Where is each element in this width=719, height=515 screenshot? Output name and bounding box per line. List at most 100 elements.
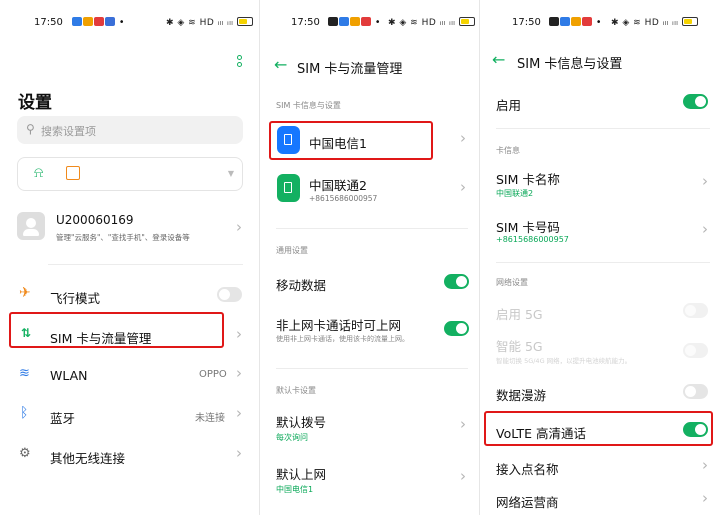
- back-arrow-icon[interactable]: ←: [274, 55, 287, 74]
- app-notify-icon: [327, 17, 338, 26]
- apn-label: 接入点名称: [496, 462, 559, 477]
- search-icon: ⚲: [26, 122, 35, 136]
- sim-number-value: +8615686000957: [496, 235, 569, 244]
- nondefault-data-row[interactable]: 非上网卡通话时可上网 使用非上网卡通话，使用该卡的流量上网。: [260, 312, 478, 348]
- status-icons: ✱ ◈ ≋ HD ᵢₗₗ ᵢₗₗ: [611, 17, 698, 28]
- battery-icon: [681, 17, 698, 26]
- chevron-right-icon: ›: [236, 325, 242, 343]
- chevron-right-icon: ›: [460, 129, 466, 147]
- mobile-data-label: 移动数据: [276, 278, 327, 293]
- settings-item-bluetooth[interactable]: ᛒ 蓝牙 未连接 ›: [0, 400, 257, 430]
- highlight-box: [269, 121, 433, 160]
- nondefault-toggle[interactable]: [444, 321, 469, 336]
- sim-management-screen: 17:50 • ✱ ◈ ≋ HD ᵢₗₗ ᵢₗₗ ← SIM 卡与流量管理 SI…: [259, 0, 478, 515]
- chevron-right-icon: ›: [236, 444, 242, 462]
- sim2-name: 中国联通2: [309, 178, 367, 193]
- back-arrow-icon[interactable]: ←: [492, 50, 505, 69]
- chevron-right-icon: ›: [460, 415, 466, 433]
- nondefault-label: 非上网卡通话时可上网: [276, 318, 402, 333]
- enable-5g-row: 启用 5G: [480, 298, 719, 324]
- settings-item-other-wireless[interactable]: ⚙ 其他无线连接 ›: [0, 440, 257, 470]
- app-notify-icon: [93, 17, 104, 26]
- settings-screen: 17:50 • ✱ ◈ ≋ HD ᵢₗₗ ᵢₗₗ 设置 ⚲ 搜索设置项 ⍾ ▼ …: [0, 0, 257, 515]
- image-icon[interactable]: [66, 166, 80, 180]
- settings-item-label: 飞行模式: [50, 291, 101, 306]
- status-bar: 17:50 •: [291, 17, 381, 28]
- divider: [48, 264, 243, 265]
- default-call-row[interactable]: 默认拨号 每次询问 ›: [260, 408, 478, 444]
- quick-tools-card[interactable]: ⍾ ▼: [17, 157, 243, 191]
- operator-label: 网络运营商: [496, 495, 559, 510]
- default-call-label: 默认拨号: [276, 415, 327, 430]
- more-menu-icon[interactable]: [237, 55, 242, 67]
- highlight-box: [484, 411, 713, 446]
- chevron-down-icon[interactable]: ▼: [228, 169, 234, 178]
- enable-toggle[interactable]: [683, 94, 708, 109]
- app-notify-icon: [360, 17, 371, 26]
- sim-name-row[interactable]: SIM 卡名称 中国联通2 ›: [480, 166, 719, 202]
- divider: [276, 228, 468, 229]
- chevron-right-icon[interactable]: ›: [236, 220, 242, 235]
- sim-number-label: SIM 卡号码: [496, 220, 560, 235]
- sim-info-screen: 17:50 • ✱ ◈ ≋ HD ᵢₗₗ ᵢₗₗ ← SIM 卡信息与设置 启用…: [479, 0, 719, 515]
- page-title: SIM 卡信息与设置: [517, 57, 623, 72]
- app-notify-icon: [82, 17, 93, 26]
- sim2-row[interactable]: 中国联通2 +8615686000957 ›: [260, 170, 478, 210]
- signal-icons: ✱ ◈ ≋ HD ᵢₗₗ ᵢₗₗ: [388, 18, 456, 28]
- smart-5g-label: 智能 5G: [496, 339, 543, 354]
- chevron-right-icon: ›: [236, 404, 242, 422]
- settings-item-wlan[interactable]: ≋ WLAN OPPO ›: [0, 360, 257, 390]
- divider: [496, 128, 710, 129]
- default-data-label: 默认上网: [276, 467, 327, 482]
- operator-row[interactable]: 网络运营商 ›: [480, 486, 719, 514]
- status-bar: 17:50 •: [34, 17, 125, 28]
- mobile-data-toggle[interactable]: [444, 274, 469, 289]
- roaming-toggle[interactable]: [683, 384, 708, 399]
- wireless-icon: ⚙: [19, 446, 31, 461]
- search-placeholder: 搜索设置项: [41, 125, 96, 138]
- status-icons: ✱ ◈ ≋ HD ᵢₗₗ ᵢₗₗ: [166, 17, 253, 28]
- settings-item-label: 其他无线连接: [50, 451, 126, 466]
- app-notify-icon: [548, 17, 559, 26]
- sim-number-row[interactable]: SIM 卡号码 +8615686000957 ›: [480, 214, 719, 250]
- divider: [276, 368, 468, 369]
- highlight-box: [9, 312, 224, 348]
- section-header: 默认卡设置: [276, 386, 316, 395]
- enable-5g-toggle: [683, 303, 708, 318]
- chevron-right-icon: ›: [460, 178, 466, 196]
- enable-row[interactable]: 启用: [480, 88, 719, 116]
- settings-item-label: 蓝牙: [50, 411, 76, 426]
- app-notify-icon: [349, 17, 360, 26]
- section-header: 通用设置: [276, 246, 308, 255]
- search-input[interactable]: ⚲ 搜索设置项: [17, 116, 243, 144]
- app-notify-icon: [104, 17, 115, 26]
- chevron-right-icon: ›: [460, 467, 466, 485]
- app-notify-icon: [581, 17, 592, 26]
- roaming-row[interactable]: 数据漫游: [480, 378, 719, 406]
- default-data-row[interactable]: 默认上网 中国电信1 ›: [260, 460, 478, 496]
- app-notify-icon: [570, 17, 581, 26]
- account-desc: 管理"云服务"、"查找手机"、登录设备等: [56, 233, 190, 242]
- mobile-data-row[interactable]: 移动数据: [260, 268, 478, 296]
- smart-5g-row: 智能 5G 智能切换 5G/4G 网络，以提升电池续航能力。: [480, 334, 719, 368]
- smart-5g-desc: 智能切换 5G/4G 网络，以提升电池续航能力。: [496, 357, 632, 365]
- sim-name-value: 中国联通2: [496, 189, 534, 198]
- account-name[interactable]: U200060169: [56, 213, 134, 227]
- signal-icons: ✱ ◈ ≋ HD ᵢₗₗ ᵢₗₗ: [611, 18, 679, 28]
- avatar[interactable]: [17, 212, 45, 240]
- airplane-icon: ✈: [19, 285, 31, 301]
- chevron-right-icon: ›: [702, 489, 708, 507]
- chevron-right-icon: ›: [702, 456, 708, 474]
- status-bar: 17:50 •: [512, 17, 602, 28]
- app-notify-icon: [338, 17, 349, 26]
- status-time: 17:50: [512, 17, 541, 28]
- apn-row[interactable]: 接入点名称 ›: [480, 452, 719, 480]
- enable-label: 启用: [496, 98, 522, 113]
- status-time: 17:50: [34, 17, 63, 28]
- airplane-toggle[interactable]: [217, 287, 242, 302]
- chevron-right-icon: ›: [236, 364, 242, 382]
- bell-icon[interactable]: ⍾: [34, 165, 43, 181]
- bluetooth-value: 未连接: [195, 413, 225, 424]
- wifi-icon: ≋: [19, 366, 30, 381]
- settings-item-airplane[interactable]: ✈ 飞行模式: [0, 280, 257, 310]
